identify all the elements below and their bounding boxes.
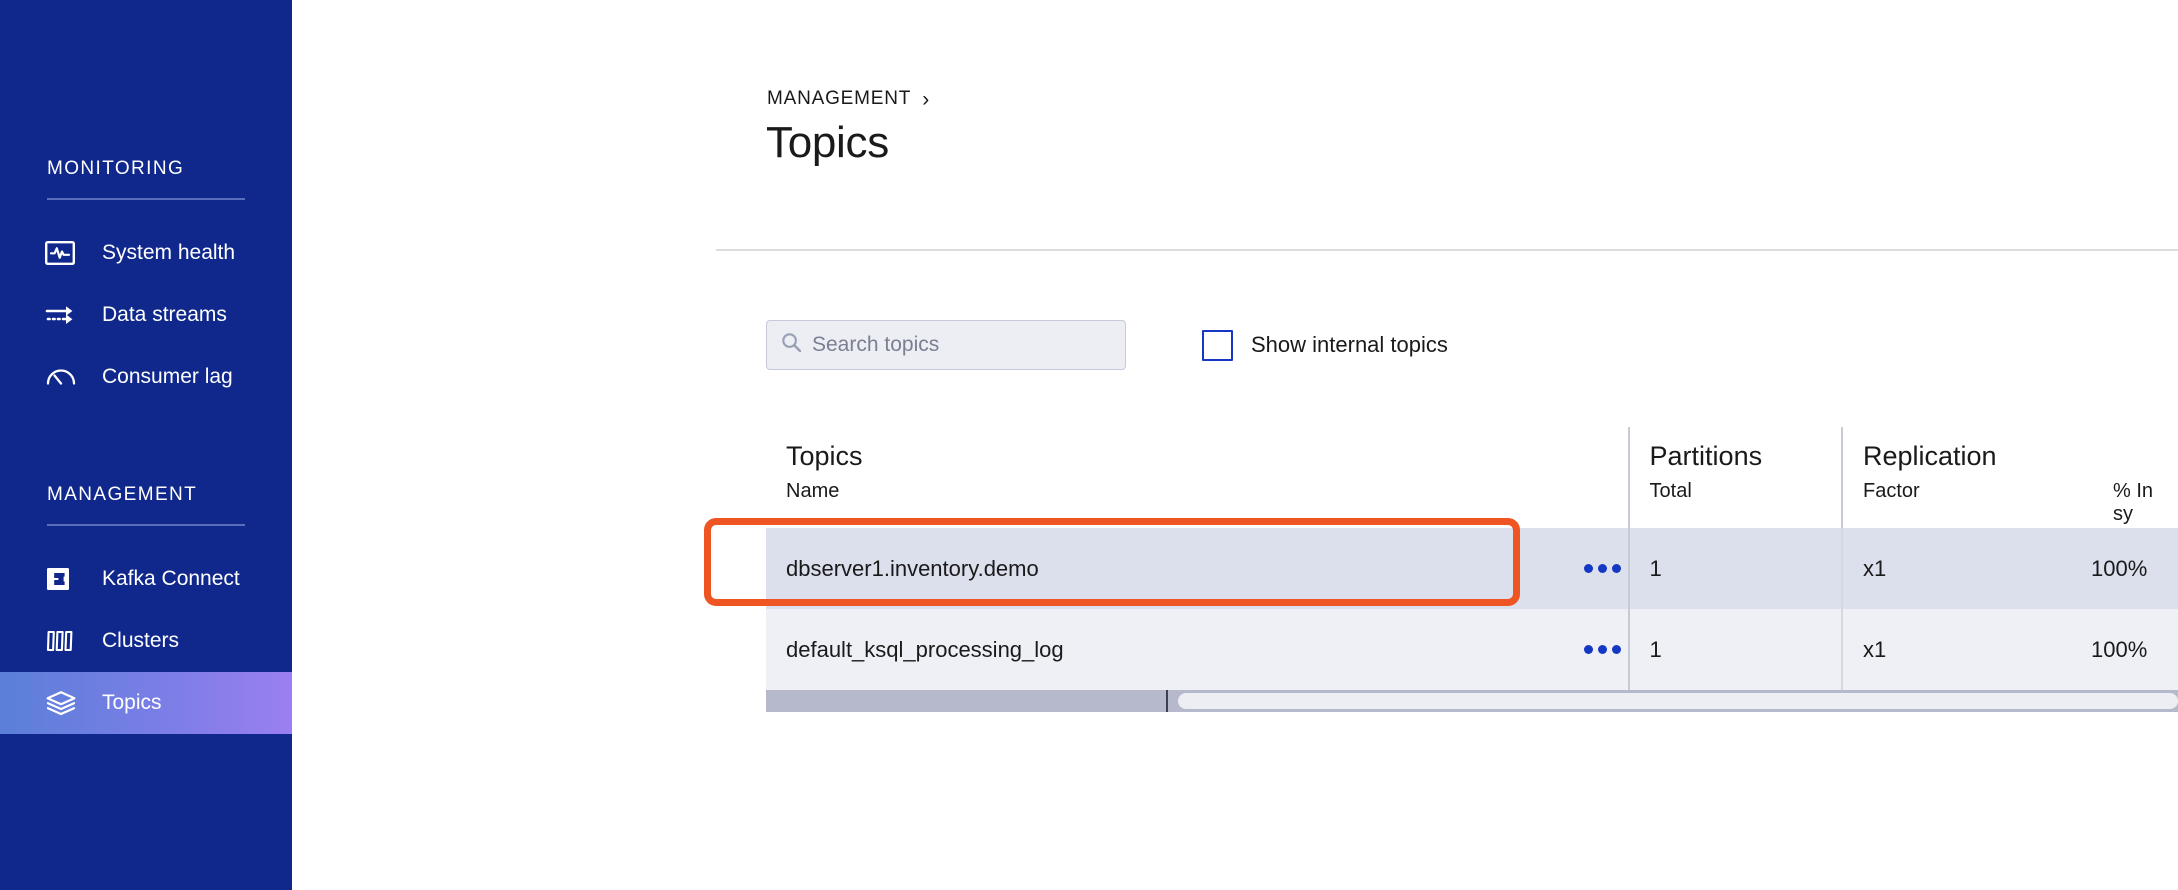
sidebar-item-clusters[interactable]: Clusters [0,610,292,672]
column-header-subtitle: Name [786,480,1628,503]
sidebar-item-data-streams[interactable]: Data streams [0,284,292,346]
kafka-connect-icon [45,566,79,592]
column-header-percent-in-sync: % In sy [2113,441,2178,528]
search-icon [781,332,802,358]
sidebar-item-label: Topics [102,691,162,715]
chevron-right-icon: › [922,89,930,110]
sidebar-section-title-management: MANAGEMENT [0,484,292,506]
column-header-subtitle: Factor [1863,480,2113,503]
main-content: MANAGEMENT › Topics Search topics Show i… [292,0,2178,890]
header-divider [716,249,2178,251]
data-streams-icon [45,302,79,328]
cell-partitions-total: 1 [1628,528,1841,609]
table-header-row: Topics Name Partitions Total Replication… [766,420,2178,528]
cell-topic-name[interactable]: dbserver1.inventory.demo [766,556,1577,582]
consumer-lag-icon [45,364,79,390]
table-row[interactable]: dbserver1.inventory.demo 1 x1 100% [766,528,2178,609]
sidebar-item-system-health[interactable]: System health [0,222,292,284]
column-header-partitions[interactable]: Partitions Total [1628,420,1841,528]
row-actions-icon[interactable] [1577,564,1628,573]
sidebar-item-label: Clusters [102,629,179,653]
sidebar-item-label: Consumer lag [102,365,233,389]
scrollbar-thumb[interactable] [1178,693,2178,709]
sidebar-item-topics[interactable]: Topics [0,672,292,734]
cell-replication-factor: x1 [1863,556,2091,582]
search-input[interactable]: Search topics [766,320,1126,370]
app-window: MONITORING System health [0,0,2178,890]
cell-replication: x1 100% [1841,528,2178,609]
sidebar-item-consumer-lag[interactable]: Consumer lag [0,346,292,408]
cell-topic-name[interactable]: default_ksql_processing_log [766,637,1577,663]
cell-percent-in-sync: 100% [2091,556,2178,582]
sidebar-section-monitoring: MONITORING System health [0,0,292,408]
sidebar-item-label: System health [102,241,235,265]
table-body: dbserver1.inventory.demo 1 x1 100% defau… [766,528,2178,712]
ellipsis-icon[interactable] [1584,645,1621,654]
horizontal-scrollbar[interactable] [766,690,2178,712]
breadcrumb[interactable]: MANAGEMENT › [767,88,930,110]
topics-layers-icon [45,690,79,716]
scrollbar-track-right[interactable] [1166,690,2178,712]
column-header-title: Replication [1863,441,2113,471]
column-header-replication-left: Replication Factor [1863,441,2113,528]
sidebar-item-label: Data streams [102,303,227,327]
clusters-icon [45,628,79,654]
system-health-icon [45,240,79,266]
checkbox-box[interactable] [1202,330,1233,361]
sidebar-item-label: Kafka Connect [102,567,240,591]
sidebar-section-title-monitoring: MONITORING [0,158,292,180]
ellipsis-icon[interactable] [1584,564,1621,573]
table-row[interactable]: default_ksql_processing_log 1 x1 100% [766,609,2178,690]
column-header-subtitle: Total [1650,480,1841,503]
scrollbar-track-left[interactable] [766,690,1166,712]
page-title: Topics [766,118,889,168]
checkbox-label: Show internal topics [1251,332,1448,358]
row-actions-icon[interactable] [1577,645,1628,654]
column-header-title: Partitions [1650,441,1841,471]
cell-partitions-total: 1 [1628,609,1841,690]
column-header-title: Topics [786,441,1628,471]
cell-replication-factor: x1 [1863,637,2091,663]
sidebar-item-kafka-connect[interactable]: Kafka Connect [0,548,292,610]
breadcrumb-management[interactable]: MANAGEMENT [767,88,911,110]
sidebar-section-management: MANAGEMENT Kafka Connect [0,408,292,734]
sidebar: MONITORING System health [0,0,292,890]
column-header-topics[interactable]: Topics Name [766,420,1628,528]
topics-table: Topics Name Partitions Total Replication… [766,420,2178,720]
column-header-replication[interactable]: Replication Factor % In sy [1841,420,2178,528]
toolbar: Search topics Show internal topics [766,320,1448,370]
search-placeholder: Search topics [812,333,939,357]
column-header-subtitle2: % In sy [2113,480,2178,526]
show-internal-topics-checkbox[interactable]: Show internal topics [1202,330,1448,361]
cell-percent-in-sync: 100% [2091,637,2178,663]
cell-replication: x1 100% [1841,609,2178,690]
